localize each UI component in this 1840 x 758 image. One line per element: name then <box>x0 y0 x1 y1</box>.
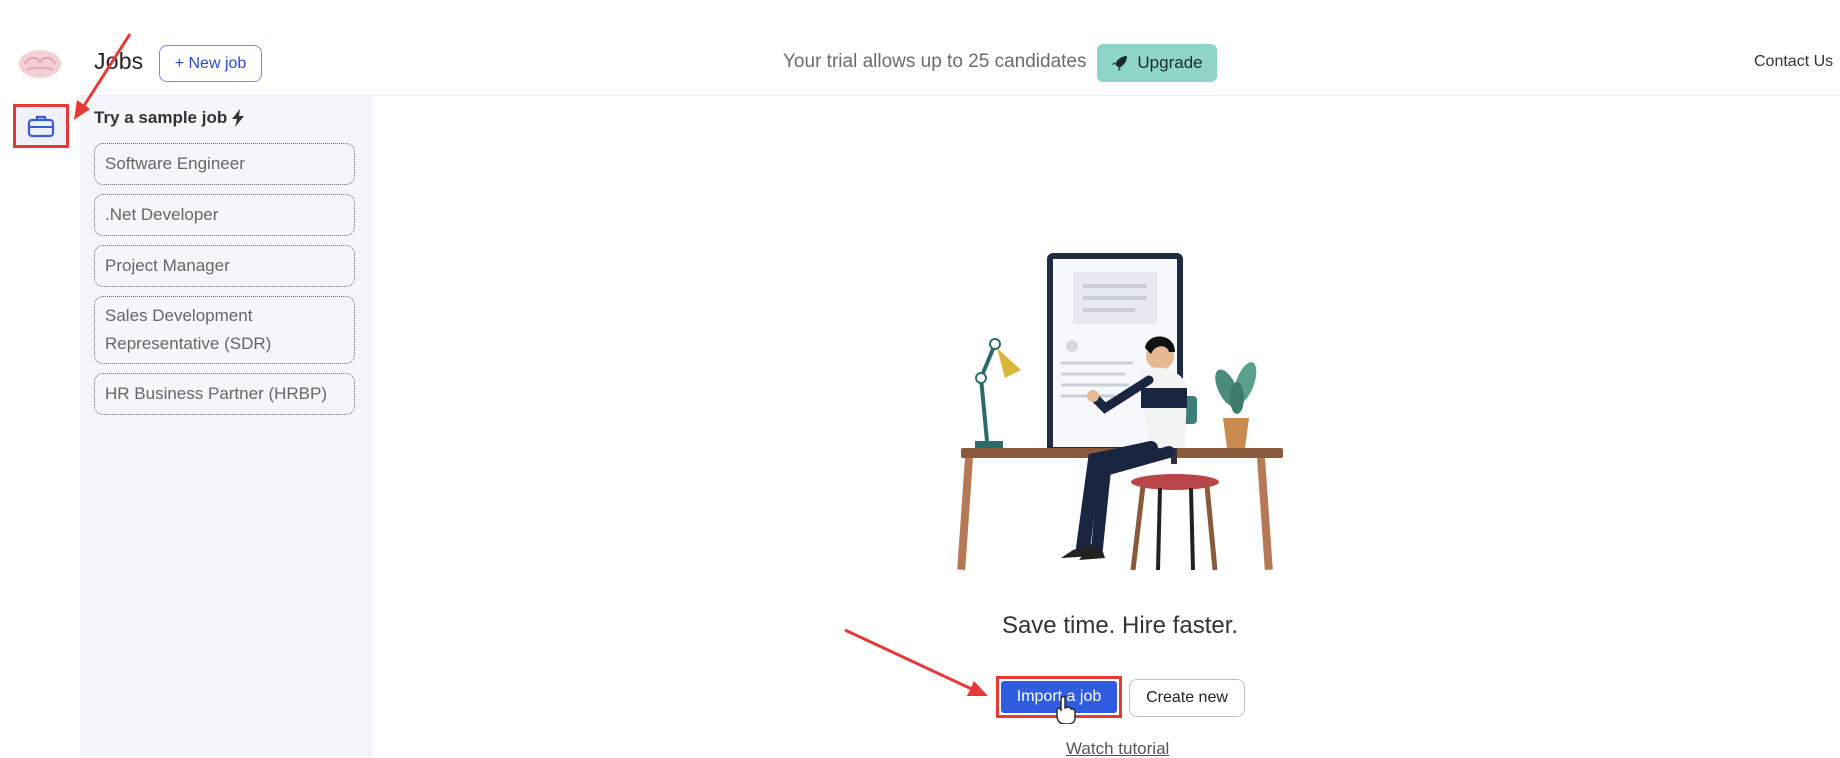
upgrade-button[interactable]: Upgrade <box>1097 44 1217 82</box>
jobs-nav-button[interactable] <box>13 104 69 148</box>
rocket-icon <box>1112 56 1128 71</box>
sample-job-software-engineer[interactable]: Software Engineer <box>94 143 355 185</box>
trial-notice: Your trial allows up to 25 candidates <box>783 51 1087 72</box>
sample-job-sdr[interactable]: Sales Development Representative (SDR) <box>94 296 355 364</box>
sample-job-project-manager[interactable]: Project Manager <box>94 245 355 287</box>
brain-logo-icon <box>19 50 61 78</box>
lightning-icon <box>232 109 245 127</box>
upgrade-label: Upgrade <box>1137 53 1203 72</box>
hiring-illustration <box>957 253 1283 571</box>
sample-jobs-heading: Try a sample job <box>94 108 245 128</box>
new-job-button[interactable]: + New job <box>159 45 262 82</box>
tagline-text: Save time. Hire faster. <box>1001 612 1239 639</box>
hand-cursor-icon <box>1056 696 1076 724</box>
sample-job-net-developer[interactable]: .Net Developer <box>94 194 355 236</box>
watch-tutorial-link[interactable]: Watch tutorial <box>1066 739 1169 758</box>
sample-job-hrbp[interactable]: HR Business Partner (HRBP) <box>94 373 355 415</box>
create-new-button[interactable]: Create new <box>1129 679 1245 717</box>
page-title: Jobs <box>94 48 144 74</box>
briefcase-icon <box>27 115 55 138</box>
contact-us-link[interactable]: Contact Us <box>1754 53 1833 71</box>
sample-jobs-title: Try a sample job <box>94 108 228 127</box>
